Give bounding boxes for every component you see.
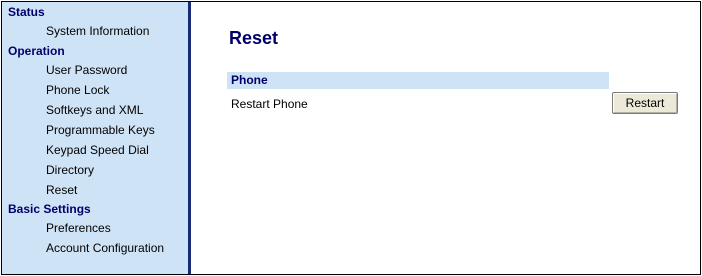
sidebar-item-phone-lock[interactable]: Phone Lock (46, 83, 109, 97)
main-content: Reset Phone Restart Phone Restart (191, 2, 700, 274)
sidebar-item-softkeys-and-xml[interactable]: Softkeys and XML (46, 103, 143, 117)
page-frame: Status System Information Operation User… (1, 1, 701, 275)
sidebar-item-reset[interactable]: Reset (46, 183, 77, 197)
nav-section-basic-settings[interactable]: Basic Settings (8, 202, 91, 216)
restart-phone-label: Restart Phone (231, 97, 308, 111)
restart-button[interactable]: Restart (612, 92, 678, 114)
phone-section-header: Phone (227, 72, 609, 89)
sidebar-item-preferences[interactable]: Preferences (46, 221, 111, 235)
sidebar-nav: Status System Information Operation User… (2, 2, 191, 274)
page-title: Reset (229, 28, 279, 48)
sidebar-item-directory[interactable]: Directory (46, 163, 94, 177)
nav-section-operation[interactable]: Operation (8, 44, 65, 58)
sidebar-item-programmable-keys[interactable]: Programmable Keys (46, 123, 155, 137)
sidebar-item-system-information[interactable]: System Information (46, 24, 149, 38)
sidebar-item-keypad-speed-dial[interactable]: Keypad Speed Dial (46, 143, 149, 157)
sidebar-item-user-password[interactable]: User Password (46, 63, 127, 77)
phone-section-label: Phone (231, 73, 268, 87)
sidebar-item-account-configuration[interactable]: Account Configuration (46, 241, 164, 255)
nav-section-status[interactable]: Status (8, 5, 45, 19)
